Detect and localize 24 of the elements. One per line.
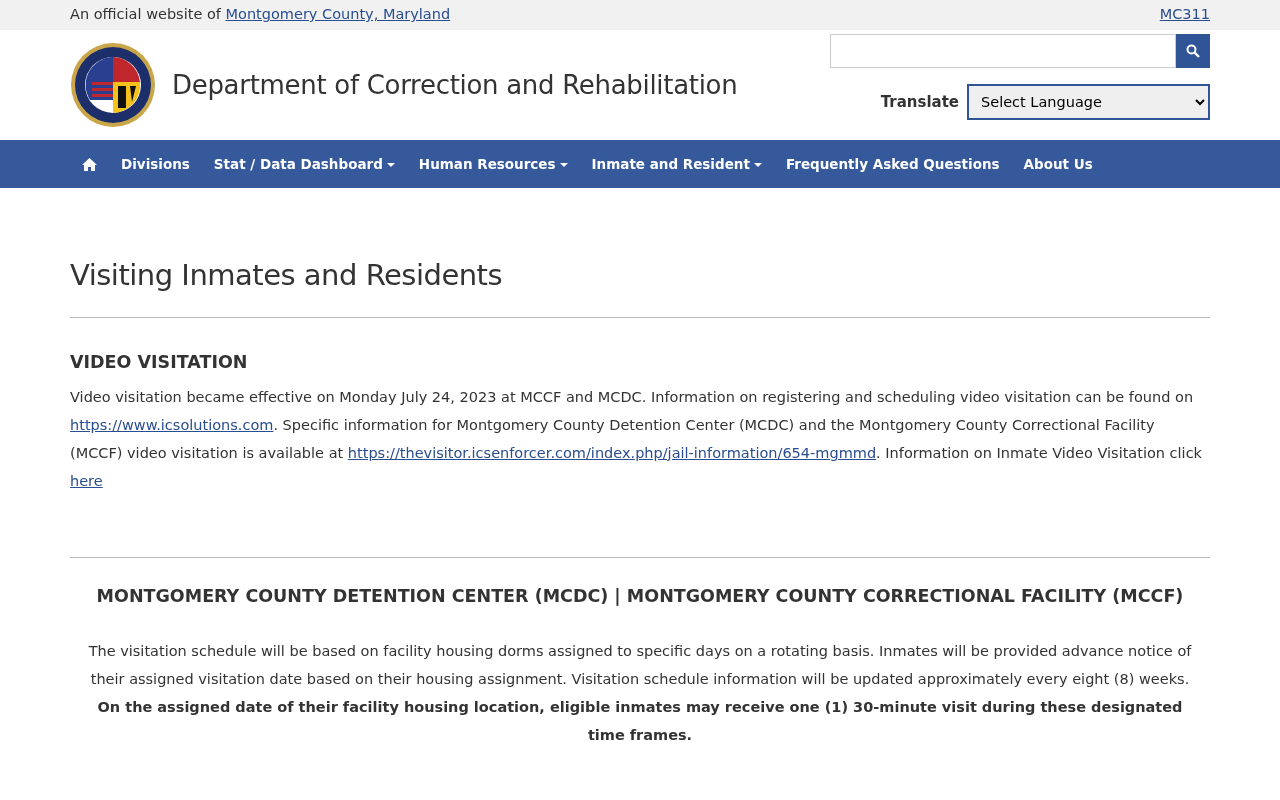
paragraph-link[interactable]: https://www.icsolutions.com — [70, 416, 274, 433]
official-notice: An official website of Montgomery County, Maryland — [70, 5, 451, 25]
page-title: Visiting Inmates and Residents — [70, 258, 504, 293]
nav-dropdown[interactable]: Inmate and Resident — [579, 153, 774, 175]
search-button[interactable] — [1176, 34, 1210, 68]
section-heading: VIDEO VISITATION — [70, 351, 249, 373]
nav-dropdown[interactable]: Stat / Data Dashboard — [201, 153, 407, 175]
nav-link[interactable]: Frequently Asked Questions — [773, 153, 1012, 175]
section-heading: MONTGOMERY COUNTY DETENTION CENTER (MCDC) | MONTGOMERY COUNTY CORRECTIONAL FACILITY (MCCF) — [95, 585, 1185, 607]
nav-link[interactable]: About Us — [1011, 153, 1105, 175]
paragraph: Video visitation became effective on Monday July 24, 2023 at MCCF and MCDC. Information on registering and scheduling video visitation can be found on https://www.icsolutions.com. Specific information for Montgomery County Detention Center (MCDC) and the Montgomery County Correctional Facility (MCCF) video visitation is available at https://thevisitor.icsenforcer.com/index.php/jail-information/654-mgmmd. Information on Inmate Video Visitation click here — [70, 387, 1204, 491]
paragraph: The visitation schedule will be based on facility housing dorms assigned to specific days on a rotating basis. Inmates will be provided advance notice of their assigned visitation date based on their housing assignment. Visitation schedule information will be updated approximately every eight (8) weeks. On the assigned date of their facility housing location, eligible inmates may receive one (1) 30-minute visit during these designated time frames. — [87, 641, 1193, 745]
nav-link[interactable]: Divisions — [109, 153, 202, 175]
mc311-link[interactable]: MC311 — [1159, 4, 1210, 26]
search-field[interactable] — [830, 34, 1176, 68]
search-icon — [1186, 44, 1200, 58]
home-icon — [82, 158, 97, 172]
site-title: Department of Correction and Rehabilitation — [172, 68, 738, 102]
translate-label: Translate — [880, 91, 959, 113]
paragraph-link[interactable]: https://thevisitor.icsenforcer.com/index.php/jail-information/654-mgmmd — [347, 444, 877, 461]
county-link[interactable]: Montgomery County, Maryland — [225, 6, 451, 23]
paragraph-link[interactable]: here — [70, 472, 103, 489]
nav-dropdown[interactable]: Human Resources — [406, 153, 580, 175]
language-select[interactable]: Select Language — [967, 84, 1210, 120]
